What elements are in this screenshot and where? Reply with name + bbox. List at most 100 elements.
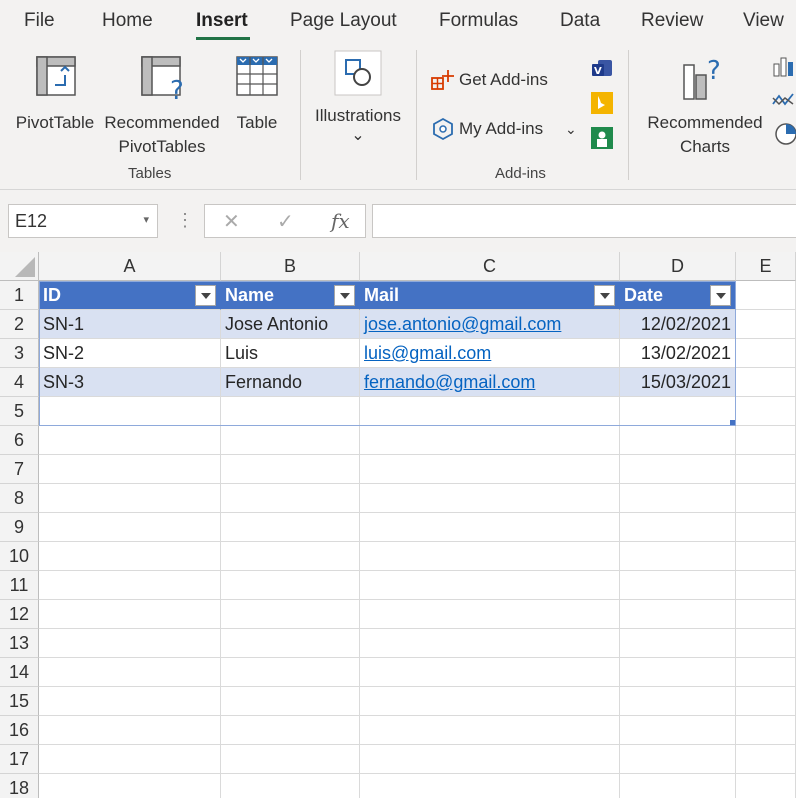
cell-b17[interactable] <box>221 745 360 774</box>
table-cell[interactable]: SN-2 <box>39 339 221 368</box>
cell-e8[interactable] <box>736 484 796 513</box>
column-header-e[interactable]: E <box>736 252 796 281</box>
cell-e5[interactable] <box>736 397 796 426</box>
select-all-button[interactable] <box>0 252 39 281</box>
cell-b7[interactable] <box>221 455 360 484</box>
tab-formulas[interactable]: Formulas <box>439 10 518 32</box>
cell-b11[interactable] <box>221 571 360 600</box>
cell-d14[interactable] <box>620 658 736 687</box>
cell-a16[interactable] <box>39 716 221 745</box>
cell-a6[interactable] <box>39 426 221 455</box>
cell-d8[interactable] <box>620 484 736 513</box>
filter-dropdown-icon[interactable] <box>594 285 615 306</box>
cell-d17[interactable] <box>620 745 736 774</box>
name-box[interactable]: E12 ▾ <box>8 204 158 238</box>
row-header-13[interactable]: 13 <box>0 629 39 658</box>
table-header-cell[interactable]: Date <box>620 281 736 310</box>
my-addins-chevron-icon[interactable]: ⌄ <box>565 117 577 141</box>
column-chart-icon[interactable] <box>772 54 796 78</box>
cell-d5[interactable] <box>620 397 736 426</box>
line-chart-icon[interactable] <box>772 88 796 112</box>
visio-icon[interactable]: V <box>590 58 614 80</box>
cell-a11[interactable] <box>39 571 221 600</box>
cell-d13[interactable] <box>620 629 736 658</box>
cell-b8[interactable] <box>221 484 360 513</box>
cell-a17[interactable] <box>39 745 221 774</box>
cell-e15[interactable] <box>736 687 796 716</box>
cell-c18[interactable] <box>360 774 620 798</box>
table-cell[interactable]: Luis <box>221 339 360 368</box>
cell-d7[interactable] <box>620 455 736 484</box>
cell-c6[interactable] <box>360 426 620 455</box>
row-header-15[interactable]: 15 <box>0 687 39 716</box>
cell-d6[interactable] <box>620 426 736 455</box>
cell-b6[interactable] <box>221 426 360 455</box>
cell-e6[interactable] <box>736 426 796 455</box>
cell-c15[interactable] <box>360 687 620 716</box>
cell-d9[interactable] <box>620 513 736 542</box>
cell-b9[interactable] <box>221 513 360 542</box>
cell-d15[interactable] <box>620 687 736 716</box>
cell-a18[interactable] <box>39 774 221 798</box>
row-header-8[interactable]: 8 <box>0 484 39 513</box>
cell-e17[interactable] <box>736 745 796 774</box>
cell-e12[interactable] <box>736 600 796 629</box>
cell-b18[interactable] <box>221 774 360 798</box>
people-graph-icon[interactable] <box>590 126 614 150</box>
row-header-11[interactable]: 11 <box>0 571 39 600</box>
cell-d12[interactable] <box>620 600 736 629</box>
cell-c9[interactable] <box>360 513 620 542</box>
cell-a8[interactable] <box>39 484 221 513</box>
tab-file[interactable]: File <box>24 10 55 32</box>
cell-a14[interactable] <box>39 658 221 687</box>
cell-a10[interactable] <box>39 542 221 571</box>
pie-chart-icon[interactable] <box>772 120 796 146</box>
table-cell[interactable]: 13/02/2021 <box>620 339 736 368</box>
name-box-caret-icon[interactable]: ▾ <box>143 213 149 226</box>
table-cell[interactable]: fernando@gmail.com <box>360 368 620 397</box>
cell-d16[interactable] <box>620 716 736 745</box>
cell-c8[interactable] <box>360 484 620 513</box>
row-header-3[interactable]: 3 <box>0 339 39 368</box>
cell-c17[interactable] <box>360 745 620 774</box>
pivot-table-button[interactable]: PivotTable <box>8 52 102 162</box>
cell-e7[interactable] <box>736 455 796 484</box>
cell-a5[interactable] <box>39 397 221 426</box>
cell-c16[interactable] <box>360 716 620 745</box>
table-header-cell[interactable]: Name <box>221 281 360 310</box>
cell-e16[interactable] <box>736 716 796 745</box>
row-header-4[interactable]: 4 <box>0 368 39 397</box>
cell-b15[interactable] <box>221 687 360 716</box>
get-addins-button[interactable]: Get Add-ins <box>428 66 563 94</box>
filter-dropdown-icon[interactable] <box>710 285 731 306</box>
enter-icon[interactable]: ✓ <box>277 209 294 234</box>
column-header-c[interactable]: C <box>360 252 620 281</box>
table-cell[interactable]: jose.antonio@gmail.com <box>360 310 620 339</box>
cell-e9[interactable] <box>736 513 796 542</box>
row-header-18[interactable]: 18 <box>0 774 39 798</box>
table-header-cell[interactable]: Mail <box>360 281 620 310</box>
tab-page-layout[interactable]: Page Layout <box>290 10 397 32</box>
cell-c11[interactable] <box>360 571 620 600</box>
cell-e13[interactable] <box>736 629 796 658</box>
recommended-pivottables-button[interactable]: ? Recommended PivotTables <box>102 52 222 162</box>
cell-e14[interactable] <box>736 658 796 687</box>
cell-e11[interactable] <box>736 571 796 600</box>
formula-input[interactable] <box>372 204 796 238</box>
cell-a13[interactable] <box>39 629 221 658</box>
cell-c12[interactable] <box>360 600 620 629</box>
row-header-6[interactable]: 6 <box>0 426 39 455</box>
cell-d18[interactable] <box>620 774 736 798</box>
row-header-10[interactable]: 10 <box>0 542 39 571</box>
row-header-12[interactable]: 12 <box>0 600 39 629</box>
table-cell[interactable]: SN-1 <box>39 310 221 339</box>
insert-function-icon[interactable]: fx <box>331 209 350 233</box>
cell-c13[interactable] <box>360 629 620 658</box>
tab-view[interactable]: View <box>743 10 784 32</box>
table-cell[interactable]: 12/02/2021 <box>620 310 736 339</box>
cell-e18[interactable] <box>736 774 796 798</box>
column-header-d[interactable]: D <box>620 252 736 281</box>
cell-b14[interactable] <box>221 658 360 687</box>
my-addins-button[interactable]: My Add-ins ⌄ <box>428 114 583 144</box>
cell-a7[interactable] <box>39 455 221 484</box>
